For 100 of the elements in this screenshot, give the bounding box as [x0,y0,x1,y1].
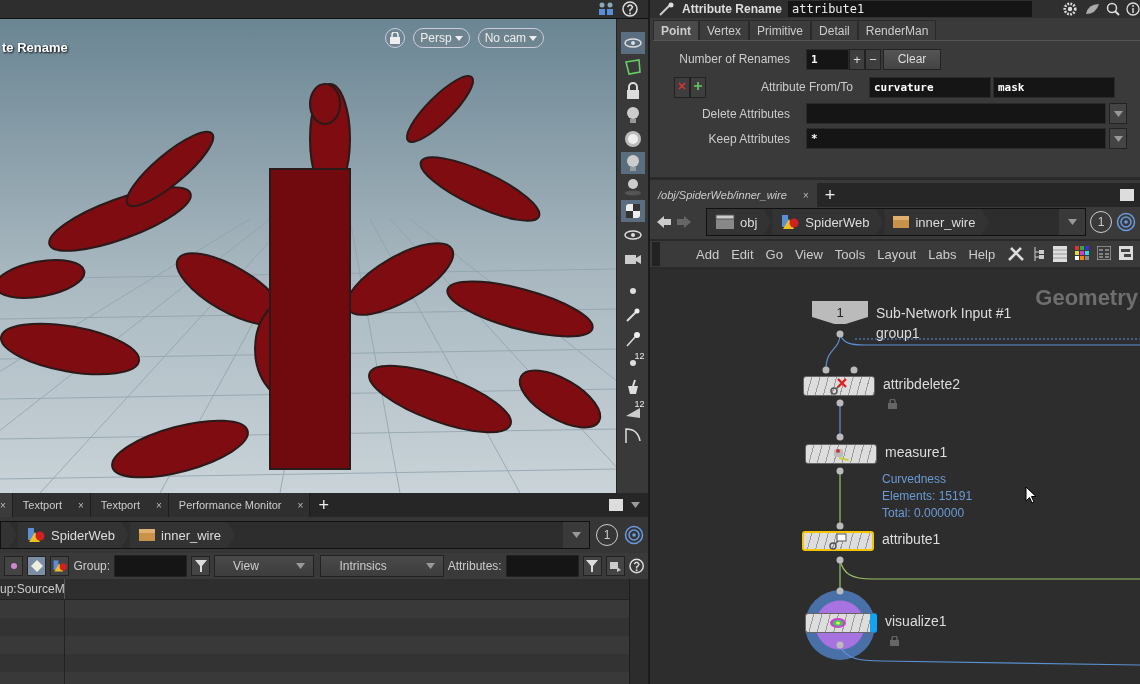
network-tab[interactable]: /obj/SpiderWeb/inner_wire × [650,183,817,207]
attribute-menu-button[interactable] [1109,103,1127,124]
scroll-handle[interactable] [652,242,660,266]
back-arrow-icon[interactable] [656,215,672,229]
attribute-menu-button[interactable] [1109,128,1127,149]
filter-button[interactable] [582,556,602,576]
scrollbar[interactable] [629,579,648,684]
parameter-label: Number of Renames [678,52,790,66]
node-name-field[interactable]: attribute1 [788,1,1032,17]
menu-item[interactable]: Add [690,246,726,262]
node-label: attribdelete2 [883,376,961,392]
close-tab-button[interactable]: × [0,499,6,511]
parameter-tab[interactable]: Vertex [699,20,750,40]
close-tab-button[interactable]: × [78,499,84,511]
close-tab-button[interactable]: × [155,499,162,511]
group-field[interactable] [114,555,187,577]
people-icon[interactable] [598,2,614,16]
connector-dot[interactable] [836,330,844,338]
gear-icon[interactable] [1062,2,1078,16]
dot-tool-button[interactable]: 12 [620,352,645,374]
path-dropdown-button[interactable] [1059,209,1085,235]
delete-attributes-field[interactable] [806,103,1106,124]
camera-lock-button[interactable] [385,28,406,48]
parameter-tab[interactable]: Primitive [749,20,812,40]
menu-item[interactable]: View [788,246,829,262]
search-icon[interactable] [1106,2,1120,16]
spiral-icon[interactable] [1116,212,1136,232]
leaf-icon[interactable] [1084,2,1100,16]
connector-dot[interactable] [850,366,858,374]
view-dropdown[interactable]: View [214,555,315,577]
node-tile[interactable] [805,444,877,464]
eye-tool-button[interactable] [620,32,645,54]
cube-tool-button[interactable] [620,200,645,222]
menu-item[interactable]: Help [962,246,1002,262]
remove-rename-button[interactable]: − [865,48,881,70]
pane-tab[interactable]: Textport × [12,493,91,517]
export-icon[interactable] [605,556,625,576]
ruler-tool-button[interactable]: 12 [620,400,645,422]
path-crumb[interactable]: inner_wire [130,522,236,548]
help-icon[interactable] [622,1,638,17]
node-comment: group1 [876,324,921,343]
connector-dot[interactable] [836,641,844,649]
insert-entry-button[interactable] [690,76,706,98]
shapes-icon[interactable] [50,556,70,576]
node-info-text: Elements: 15191 [882,488,973,505]
close-tab-button[interactable]: × [297,499,304,511]
attributes-field[interactable] [505,555,579,577]
subnet-input-node[interactable]: 1 [812,301,868,324]
close-tab-button[interactable]: × [802,189,809,201]
menu-item[interactable]: Layout [871,246,923,262]
tree-icon[interactable] [1033,246,1046,262]
pane-tab[interactable]: Performance Monitor × [168,493,311,517]
from-attribute-field[interactable]: curvature [869,76,991,98]
spiral-icon[interactable] [624,525,644,545]
pane-tab[interactable]: Textport × [90,493,169,517]
menu-item[interactable]: Edit [725,246,760,262]
help-icon[interactable] [628,558,644,574]
wrench-icon[interactable] [1007,246,1026,262]
path-dropdown-button[interactable] [563,522,589,548]
node-tile[interactable] [805,613,877,633]
parameter-tab[interactable]: RenderMan [857,20,937,40]
remove-entry-button[interactable] [674,76,690,98]
connector-dot[interactable] [822,366,830,374]
connector-dot[interactable] [836,467,844,475]
column-header[interactable]: up:SourceM [0,579,65,599]
info-icon[interactable] [1126,2,1140,16]
renames-count-field[interactable]: 1 [806,48,849,70]
parameter-tab[interactable]: Detail [811,20,858,40]
menu-item[interactable]: Labs [922,246,963,262]
connector-dot[interactable] [836,522,844,530]
bulb-stand-icon [623,178,642,196]
add-rename-button[interactable]: + [849,48,865,70]
add-tab-button[interactable]: + [310,493,337,517]
to-attribute-field[interactable]: mask [993,76,1115,98]
parameter-tab[interactable]: Point [653,20,699,40]
path-crumb[interactable]: SpiderWeb [18,522,130,548]
path-crumb[interactable]: inner_wire [884,209,990,235]
menu-item[interactable]: Go [759,246,789,262]
bulb-tool-button[interactable] [620,152,645,174]
color-grid-icon[interactable] [1075,246,1090,260]
grid-view-icon[interactable] [1097,246,1112,260]
connector-dot[interactable] [836,399,844,407]
node-tile[interactable] [803,376,875,396]
filter-button[interactable] [190,556,211,576]
wand-icon [658,2,676,16]
list-icon[interactable] [1053,246,1068,262]
dot-icon [629,288,636,294]
connector-dot[interactable] [836,556,844,564]
clear-button[interactable]: Clear [883,48,941,70]
add-tab-button[interactable]: + [816,183,844,207]
keep-attributes-field[interactable]: * [806,128,1106,149]
path-crumb[interactable]: obj [707,209,772,235]
dial-icon [623,130,642,148]
connector-dot[interactable] [836,587,844,595]
pane-tab[interactable]: × [0,493,13,517]
panel-icon[interactable] [1119,246,1134,260]
connector-dot[interactable] [836,433,844,441]
menu-item[interactable]: Tools [828,246,872,262]
path-crumb[interactable]: SpiderWeb [772,209,884,235]
intrinsics-dropdown[interactable]: Intrinsics [320,555,444,577]
